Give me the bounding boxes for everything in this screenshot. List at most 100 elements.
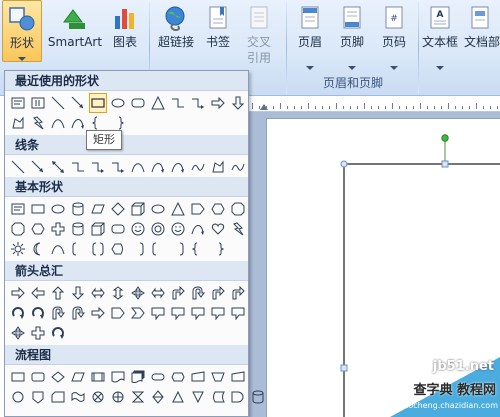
lightning-shape-icon[interactable] bbox=[229, 219, 247, 239]
tri-shape-icon[interactable] bbox=[149, 93, 167, 113]
curvearrow-shape-icon[interactable] bbox=[189, 219, 207, 239]
connector-shape-icon[interactable] bbox=[9, 387, 27, 407]
extract-shape-icon[interactable] bbox=[169, 387, 187, 407]
darrowblk-shape-icon[interactable] bbox=[69, 283, 87, 303]
sun-shape-icon[interactable] bbox=[9, 239, 27, 259]
vtext-shape-icon[interactable] bbox=[29, 93, 47, 113]
circarrow-shape-icon[interactable] bbox=[49, 323, 67, 343]
cross-shape-icon[interactable] bbox=[49, 219, 67, 239]
freeform-shape-icon[interactable] bbox=[209, 157, 227, 177]
elbowarrow-shape-icon[interactable] bbox=[89, 157, 107, 177]
dbrace-shape-icon[interactable] bbox=[89, 239, 107, 259]
disk-shape-icon[interactable] bbox=[249, 387, 267, 407]
can-shape-icon[interactable] bbox=[69, 219, 87, 239]
line-shape-icon[interactable] bbox=[9, 157, 27, 177]
delay-shape-icon[interactable] bbox=[229, 387, 247, 407]
rarrow-shape-icon[interactable] bbox=[89, 303, 107, 323]
terminator-shape-icon[interactable] bbox=[149, 367, 167, 387]
rbracket-shape-icon[interactable] bbox=[169, 239, 187, 259]
quadarrow-shape-icon[interactable] bbox=[9, 323, 27, 343]
sumjunc-shape-icon[interactable] bbox=[89, 387, 107, 407]
page-number-button[interactable]: # 页码 bbox=[374, 0, 414, 70]
chart-button[interactable]: 图表 bbox=[108, 0, 142, 62]
rbracket-shape-icon[interactable] bbox=[129, 239, 147, 259]
orjunc-shape-icon[interactable] bbox=[109, 387, 127, 407]
donut-shape-icon[interactable] bbox=[149, 219, 167, 239]
chevron-shape-icon[interactable] bbox=[129, 303, 147, 323]
octagon-shape-icon[interactable] bbox=[9, 219, 27, 239]
smiley-shape-icon[interactable] bbox=[129, 219, 147, 239]
manual-shape-icon[interactable] bbox=[189, 367, 207, 387]
rbrace-shape-icon[interactable] bbox=[209, 239, 227, 259]
quadarrow-shape-icon[interactable] bbox=[129, 283, 147, 303]
cube-shape-icon[interactable] bbox=[89, 219, 107, 239]
oval-shape-icon[interactable] bbox=[109, 93, 127, 113]
smiley-shape-icon[interactable] bbox=[169, 219, 187, 239]
callout-shape-icon[interactable] bbox=[149, 303, 167, 323]
darrowblk-shape-icon[interactable] bbox=[229, 93, 247, 113]
elbowarrow-shape-icon[interactable] bbox=[109, 157, 127, 177]
stored-shape-icon[interactable] bbox=[209, 387, 227, 407]
diamond-shape-icon[interactable] bbox=[109, 199, 127, 219]
scribble-shape-icon[interactable] bbox=[229, 157, 247, 177]
predef-shape-icon[interactable] bbox=[89, 367, 107, 387]
collate-shape-icon[interactable] bbox=[129, 387, 147, 407]
manop-shape-icon[interactable] bbox=[209, 367, 227, 387]
uturn-shape-icon[interactable] bbox=[189, 283, 207, 303]
bracket-shape-icon[interactable] bbox=[149, 239, 167, 259]
darrow-shape-icon[interactable] bbox=[49, 157, 67, 177]
arrow-shape-icon[interactable] bbox=[69, 93, 87, 113]
document-parts-button[interactable]: 文档部 bbox=[462, 0, 500, 62]
textbox-shape-icon[interactable] bbox=[9, 93, 27, 113]
manual-shape-icon[interactable] bbox=[229, 367, 247, 387]
elbow-shape-icon[interactable] bbox=[69, 157, 87, 177]
octagon-shape-icon[interactable] bbox=[229, 199, 247, 219]
cube-shape-icon[interactable] bbox=[129, 199, 147, 219]
elbow-shape-icon[interactable] bbox=[169, 93, 187, 113]
altproc-shape-icon[interactable] bbox=[29, 367, 47, 387]
larrow-shape-icon[interactable] bbox=[29, 283, 47, 303]
rect-shape-icon[interactable] bbox=[29, 199, 47, 219]
sort-shape-icon[interactable] bbox=[149, 387, 167, 407]
para-shape-icon[interactable] bbox=[89, 199, 107, 219]
pentagon-shape-icon[interactable] bbox=[189, 199, 207, 219]
heart-shape-icon[interactable] bbox=[209, 219, 227, 239]
curvearrow-shape-icon[interactable] bbox=[69, 113, 87, 133]
uturn-shape-icon[interactable] bbox=[49, 303, 67, 323]
scribble-shape-icon[interactable] bbox=[189, 157, 207, 177]
hexagon-shape-icon[interactable] bbox=[29, 219, 47, 239]
bookmark-button[interactable]: 书签 bbox=[200, 0, 236, 62]
pentagon-shape-icon[interactable] bbox=[109, 303, 127, 323]
rrect-shape-icon[interactable] bbox=[129, 93, 147, 113]
prep-shape-icon[interactable] bbox=[169, 367, 187, 387]
tri-shape-icon[interactable] bbox=[169, 199, 187, 219]
curvearrow-shape-icon[interactable] bbox=[169, 157, 187, 177]
arrow-shape-icon[interactable] bbox=[29, 157, 47, 177]
tape-shape-icon[interactable] bbox=[69, 387, 87, 407]
bracket-shape-icon[interactable] bbox=[69, 239, 87, 259]
display-shape-icon[interactable] bbox=[109, 239, 127, 259]
lrarrow-shape-icon[interactable] bbox=[149, 283, 167, 303]
header-button[interactable]: 页眉 bbox=[290, 0, 330, 70]
hexagon-shape-icon[interactable] bbox=[209, 199, 227, 219]
merge-shape-icon[interactable] bbox=[189, 387, 207, 407]
textbox-shape-icon[interactable] bbox=[9, 199, 27, 219]
cross-reference-button[interactable]: 交叉 引用 bbox=[238, 0, 280, 65]
resize-handle-icon[interactable] bbox=[340, 160, 348, 168]
footer-button[interactable]: 页脚 bbox=[332, 0, 372, 70]
textbox-button[interactable]: A 文本框 bbox=[420, 0, 460, 70]
shapes-button[interactable]: 形状 bbox=[2, 0, 42, 62]
curve-shape-icon[interactable] bbox=[49, 239, 67, 259]
brace-shape-icon[interactable] bbox=[189, 239, 207, 259]
moon-shape-icon[interactable] bbox=[29, 239, 47, 259]
rarrow-shape-icon[interactable] bbox=[9, 283, 27, 303]
callout-shape-icon[interactable] bbox=[229, 303, 247, 323]
lrarrow-shape-icon[interactable] bbox=[89, 283, 107, 303]
data-shape-icon[interactable] bbox=[69, 367, 87, 387]
callout-shape-icon[interactable] bbox=[189, 303, 207, 323]
horizontal-ruler[interactable] bbox=[248, 96, 500, 112]
curvearrow-shape-icon[interactable] bbox=[149, 157, 167, 177]
uturn-shape-icon[interactable] bbox=[69, 303, 87, 323]
udarrow-shape-icon[interactable] bbox=[109, 283, 127, 303]
document-shape-icon[interactable] bbox=[109, 367, 127, 387]
